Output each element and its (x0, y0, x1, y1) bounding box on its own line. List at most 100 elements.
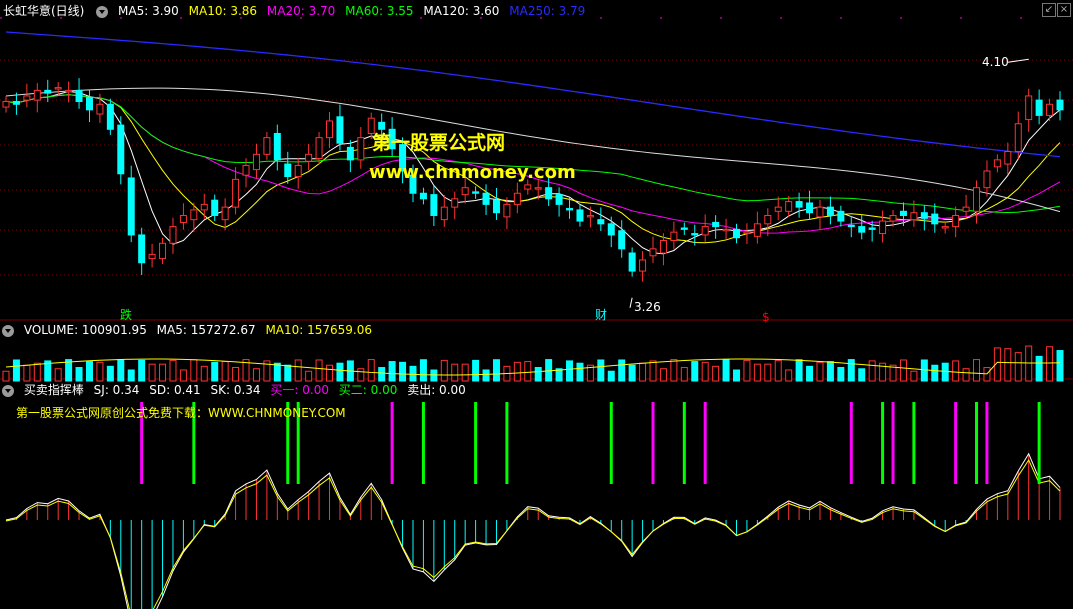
volume-bar (440, 359, 448, 382)
indicator-note: 第一股票公式网原创公式免费下载：WWW.CHNMONEY.COM (16, 406, 346, 420)
volume-bar (952, 360, 960, 382)
volume-bar (1056, 350, 1064, 382)
stock-title: 长虹华意(日线) (3, 4, 85, 18)
volume-bar (96, 361, 104, 382)
volume-bar (326, 364, 334, 382)
buy1-label: 买一: 0.00 (270, 383, 329, 397)
volume-bar (1004, 348, 1012, 382)
candle-body (315, 137, 323, 159)
candle-body (910, 212, 918, 221)
volume-bar (847, 359, 855, 382)
volume-bar (85, 361, 93, 382)
candle-body (566, 208, 574, 211)
volume-bar (75, 367, 83, 382)
volume-bar (2, 370, 10, 382)
volume-bar (1014, 352, 1022, 382)
volume-bar (357, 368, 365, 382)
volume-bar (941, 362, 949, 382)
candle-body (847, 224, 855, 228)
candle-body (962, 206, 970, 212)
candle-body (785, 201, 793, 212)
candle-body (12, 101, 20, 105)
candle-body (993, 159, 1001, 168)
candle-body (1056, 99, 1064, 111)
volume-bar (858, 368, 866, 382)
watermark-title: 第一股票公式网 (372, 132, 506, 154)
candle-body (941, 226, 949, 229)
volume-bar (482, 369, 490, 382)
candle-body (534, 187, 542, 190)
candle-body (503, 203, 511, 218)
volume-bar (524, 361, 532, 382)
volume-bar (33, 362, 41, 382)
watermark-url: www.chnmoney.com (369, 162, 576, 183)
volume-bar (806, 365, 814, 382)
candle-body (858, 226, 866, 233)
sj-label: SJ: 0.34 (93, 383, 140, 397)
volume-bar (54, 368, 62, 382)
volume-bar (367, 359, 375, 382)
volume-bar (1035, 355, 1043, 382)
ma20-label: MA20: 3.70 (266, 4, 336, 18)
volume-bar (409, 365, 417, 382)
candle-body (326, 120, 334, 139)
volume-bar (649, 360, 657, 382)
candle-body (211, 199, 219, 216)
volume-bar (232, 367, 240, 382)
volume-bar (65, 359, 73, 382)
candle-body (983, 170, 991, 189)
candle-body (2, 101, 10, 108)
volume-bar (211, 361, 219, 382)
volume-bar (106, 365, 114, 382)
candle-body (85, 96, 93, 111)
candle-body (712, 221, 720, 228)
volume-bar (169, 359, 177, 382)
sd-line (5, 458, 1061, 609)
volume-bar (826, 361, 834, 382)
candle-body (346, 146, 354, 161)
candle-body (106, 103, 114, 130)
arrow-icon[interactable]: ↙ (1042, 3, 1056, 17)
ma10-label: MA10: 3.86 (188, 4, 258, 18)
low-price-label: 3.26 (634, 300, 661, 314)
candle-body (826, 206, 834, 216)
volume-bar (461, 363, 469, 382)
chevron-down-icon[interactable] (2, 384, 14, 397)
sell-label: 卖出: 0.00 (407, 383, 466, 397)
volume-bar (284, 364, 292, 382)
volume-bar (1025, 345, 1033, 382)
volume-bar (252, 368, 260, 382)
candle-body (628, 252, 636, 272)
kline-chart (0, 17, 1073, 609)
candle-body (513, 192, 521, 205)
candle-body (816, 206, 824, 218)
candle-body (597, 219, 605, 225)
ma250-line (5, 31, 1061, 158)
volume-bar (712, 365, 720, 382)
ma120-label: MA120: 3.60 (423, 4, 500, 18)
volume-bar (868, 360, 876, 382)
volume-bar (597, 359, 605, 382)
chevron-down-icon[interactable] (96, 5, 109, 18)
volume-bar (305, 370, 313, 382)
candle-body (284, 163, 292, 178)
volume-bar (962, 368, 970, 382)
volume-bar (931, 364, 939, 382)
candle-body (743, 231, 751, 235)
volume-bar (388, 361, 396, 382)
main-header: 长虹华意(日线) MA5: 3.90 MA10: 3.86 MA20: 3.70… (0, 2, 591, 20)
candle-body (576, 209, 584, 222)
volume-bar (492, 359, 500, 382)
candle-body (1046, 103, 1054, 116)
candle-body (430, 194, 438, 216)
ma60-label: MA60: 3.55 (345, 4, 414, 18)
candle-body (722, 228, 730, 232)
candle-body (75, 89, 83, 102)
volume-bar (138, 359, 146, 382)
sj-line (5, 452, 1061, 609)
candle-body (1014, 123, 1022, 153)
candle-body (868, 227, 876, 230)
candle-body (691, 233, 699, 236)
chevron-down-icon[interactable] (2, 324, 14, 337)
close-icon[interactable]: × (1057, 3, 1071, 17)
